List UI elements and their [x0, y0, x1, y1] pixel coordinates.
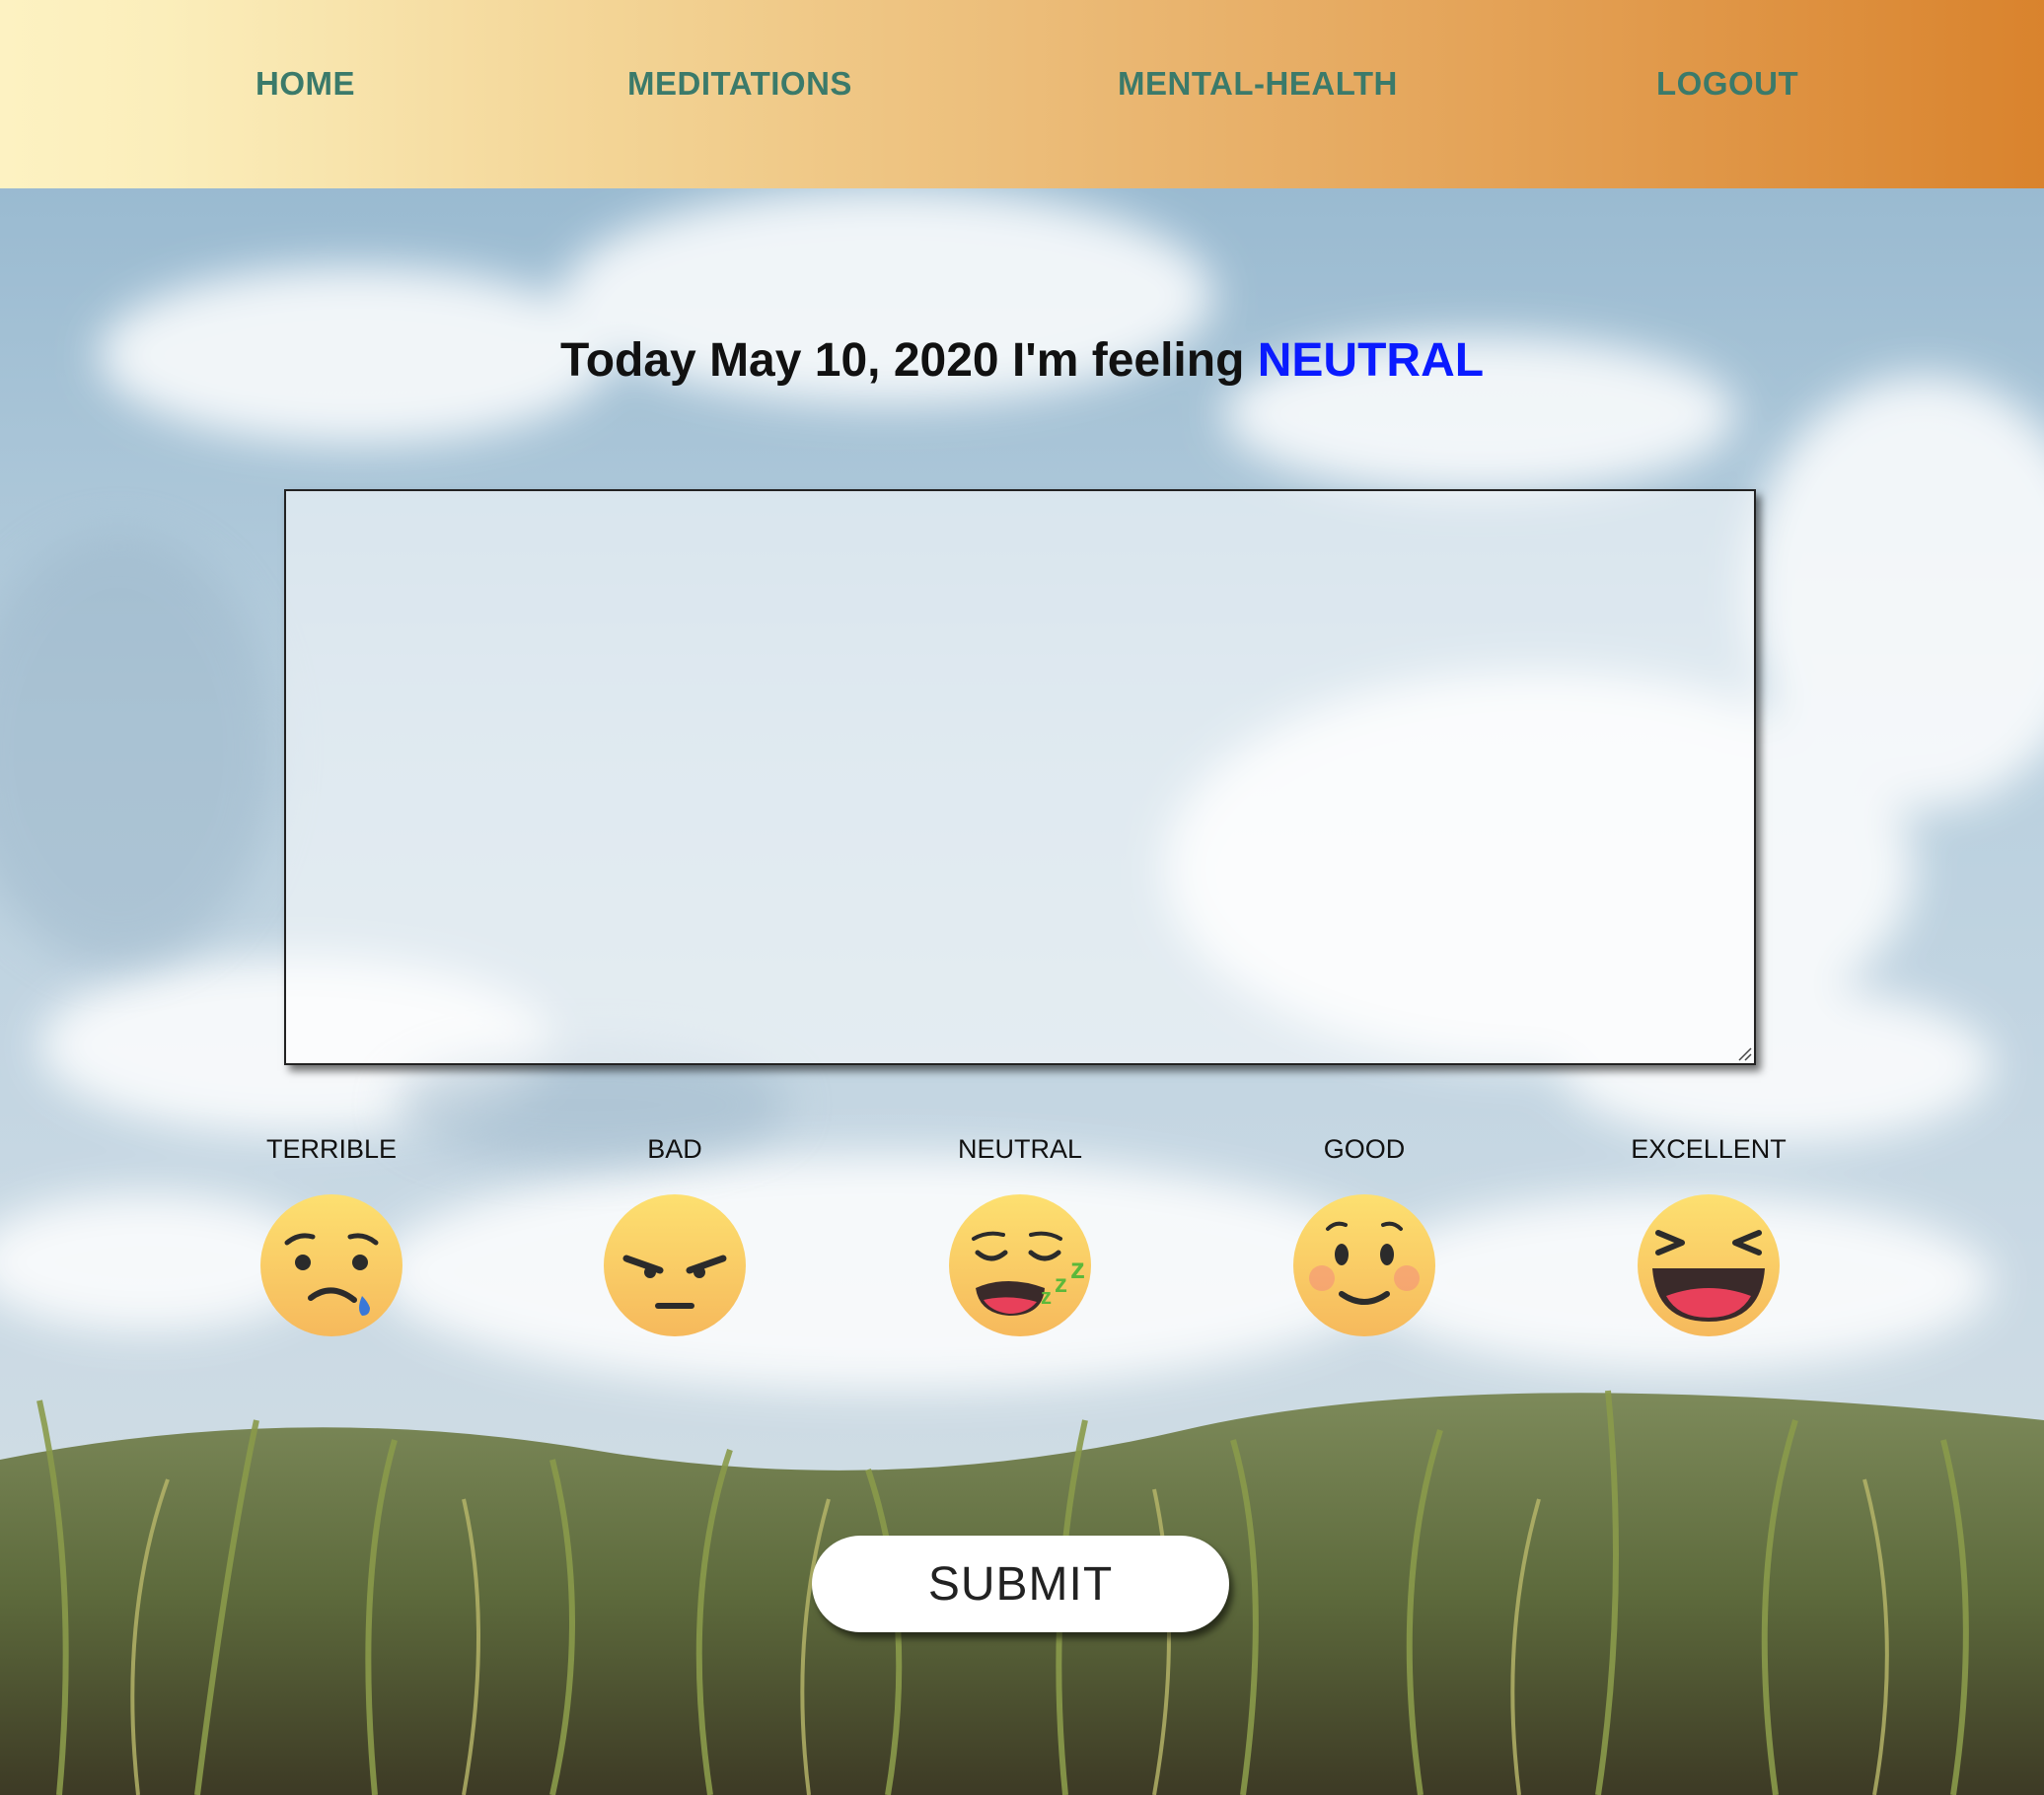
mood-option-excellent[interactable]: EXCELLENT — [1610, 1132, 1807, 1337]
mood-option-neutral[interactable]: NEUTRAL z z z — [921, 1132, 1119, 1337]
sleepy-face-icon[interactable]: z z z — [948, 1193, 1092, 1337]
nav-meditations-link[interactable]: MEDITATIONS — [627, 65, 852, 103]
nav-mental-health-link[interactable]: MENTAL-HEALTH — [1118, 65, 1398, 103]
smiling-face-icon[interactable] — [1292, 1193, 1436, 1337]
sad-tear-face-icon[interactable] — [259, 1193, 403, 1337]
mood-option-good[interactable]: GOOD — [1266, 1132, 1463, 1337]
page-title: Today May 10, 2020 I'm feeling NEUTRAL — [0, 333, 2044, 388]
svg-text:z: z — [1041, 1284, 1052, 1309]
page-title-prefix: Today May 10, 2020 I'm feeling — [559, 334, 1245, 387]
current-mood-text: NEUTRAL — [1257, 334, 1485, 387]
resize-grip-icon[interactable] — [1736, 1045, 1752, 1061]
mood-label: NEUTRAL — [957, 1134, 1083, 1164]
svg-text:z: z — [1055, 1268, 1067, 1298]
angry-face-icon[interactable] — [603, 1193, 747, 1337]
top-nav-bar: HOME MEDITATIONS MENTAL-HEALTH LOGOUT — [0, 0, 2044, 188]
laughing-face-icon[interactable] — [1637, 1193, 1781, 1337]
mood-label: EXCELLENT — [1631, 1134, 1787, 1164]
svg-text:z: z — [1070, 1253, 1085, 1285]
mood-label: GOOD — [1323, 1134, 1406, 1164]
mood-label: BAD — [647, 1134, 702, 1164]
nav-home-link[interactable]: HOME — [256, 65, 355, 103]
journal-textarea[interactable] — [284, 489, 1756, 1065]
nav-logout-link[interactable]: LOGOUT — [1656, 65, 1798, 103]
submit-button[interactable]: SUBMIT — [812, 1536, 1229, 1632]
mood-option-bad[interactable]: BAD — [576, 1132, 773, 1337]
mood-option-terrible[interactable]: TERRIBLE — [233, 1132, 430, 1337]
mood-label: TERRIBLE — [265, 1134, 398, 1164]
